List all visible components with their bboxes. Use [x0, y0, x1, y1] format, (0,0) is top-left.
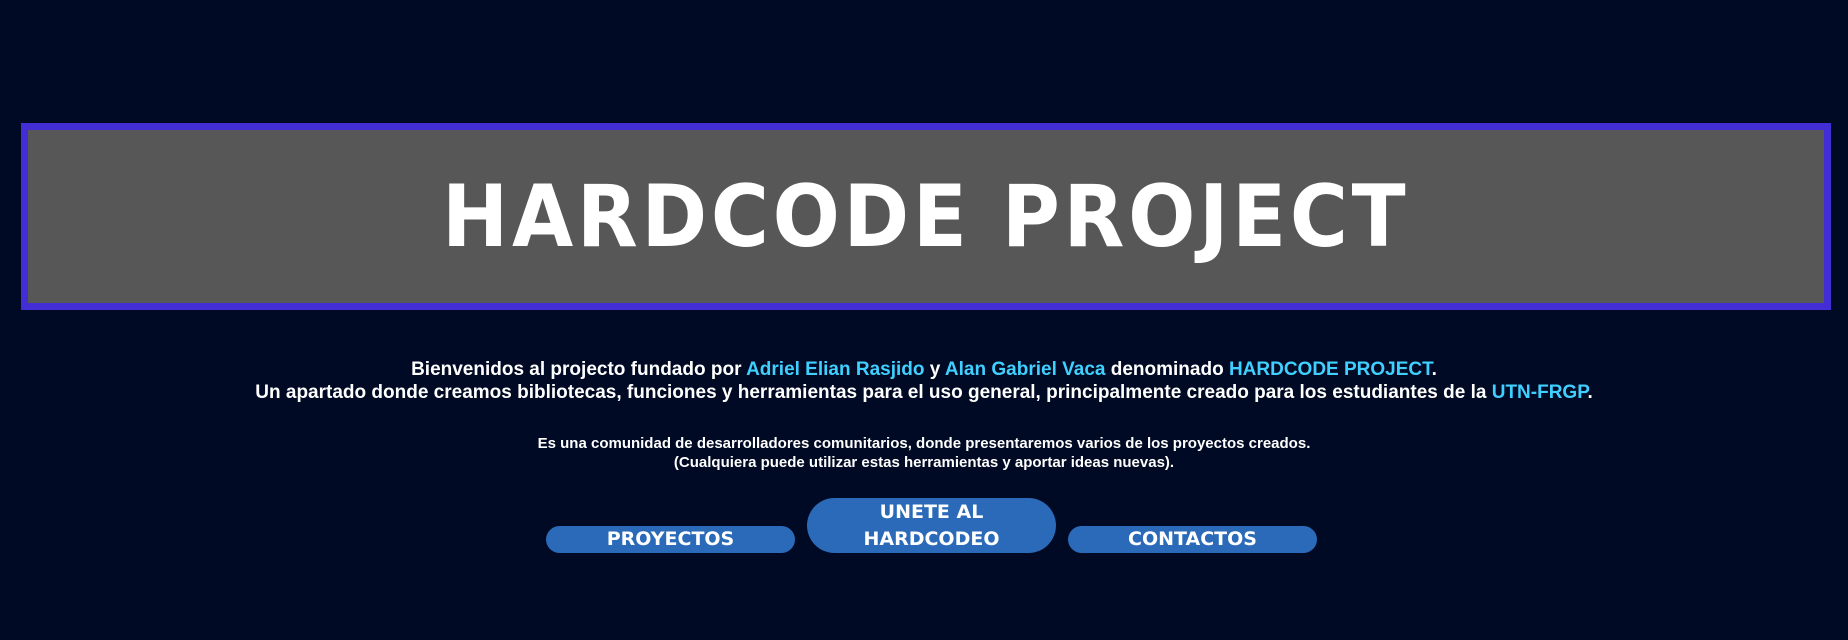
projects-button[interactable]: PROYECTOS: [546, 526, 795, 553]
community-line-2: (Cualquiera puede utilizar estas herrami…: [673, 454, 1175, 471]
contacts-button[interactable]: CONTACTOS: [1068, 526, 1317, 553]
community-text: Es una comunidad de desarrolladores comu…: [0, 434, 1848, 472]
intro-text-segment: denominado: [1105, 359, 1229, 380]
org-name: UTN-FRGP: [1491, 382, 1588, 403]
intro-text-segment: Un apartado donde creamos bibliotecas, f…: [255, 382, 1492, 403]
intro-line-2: Un apartado donde creamos bibliotecas, f…: [0, 381, 1848, 404]
project-name: HARDCODE PROJECT: [1228, 359, 1432, 380]
intro-text-segment: .: [1431, 359, 1437, 380]
intro-text-segment: y: [924, 359, 945, 380]
page-title: HARDCODE PROJECT: [442, 166, 1410, 267]
intro-line-1: Bienvenidos al projecto fundado por Adri…: [0, 358, 1848, 381]
intro-text-segment: .: [1587, 382, 1593, 403]
intro-text: Bienvenidos al projecto fundado por Adri…: [0, 358, 1848, 404]
intro-text-segment: Bienvenidos al projecto fundado por: [411, 359, 747, 380]
author-1: Adriel Elian Rasjido: [746, 359, 925, 380]
join-button[interactable]: UNETE AL HARDCODEO: [807, 498, 1056, 553]
author-2: Alan Gabriel Vaca: [944, 359, 1106, 380]
community-line-1: Es una comunidad de desarrolladores comu…: [537, 435, 1311, 452]
header-banner: HARDCODE PROJECT: [21, 123, 1831, 310]
